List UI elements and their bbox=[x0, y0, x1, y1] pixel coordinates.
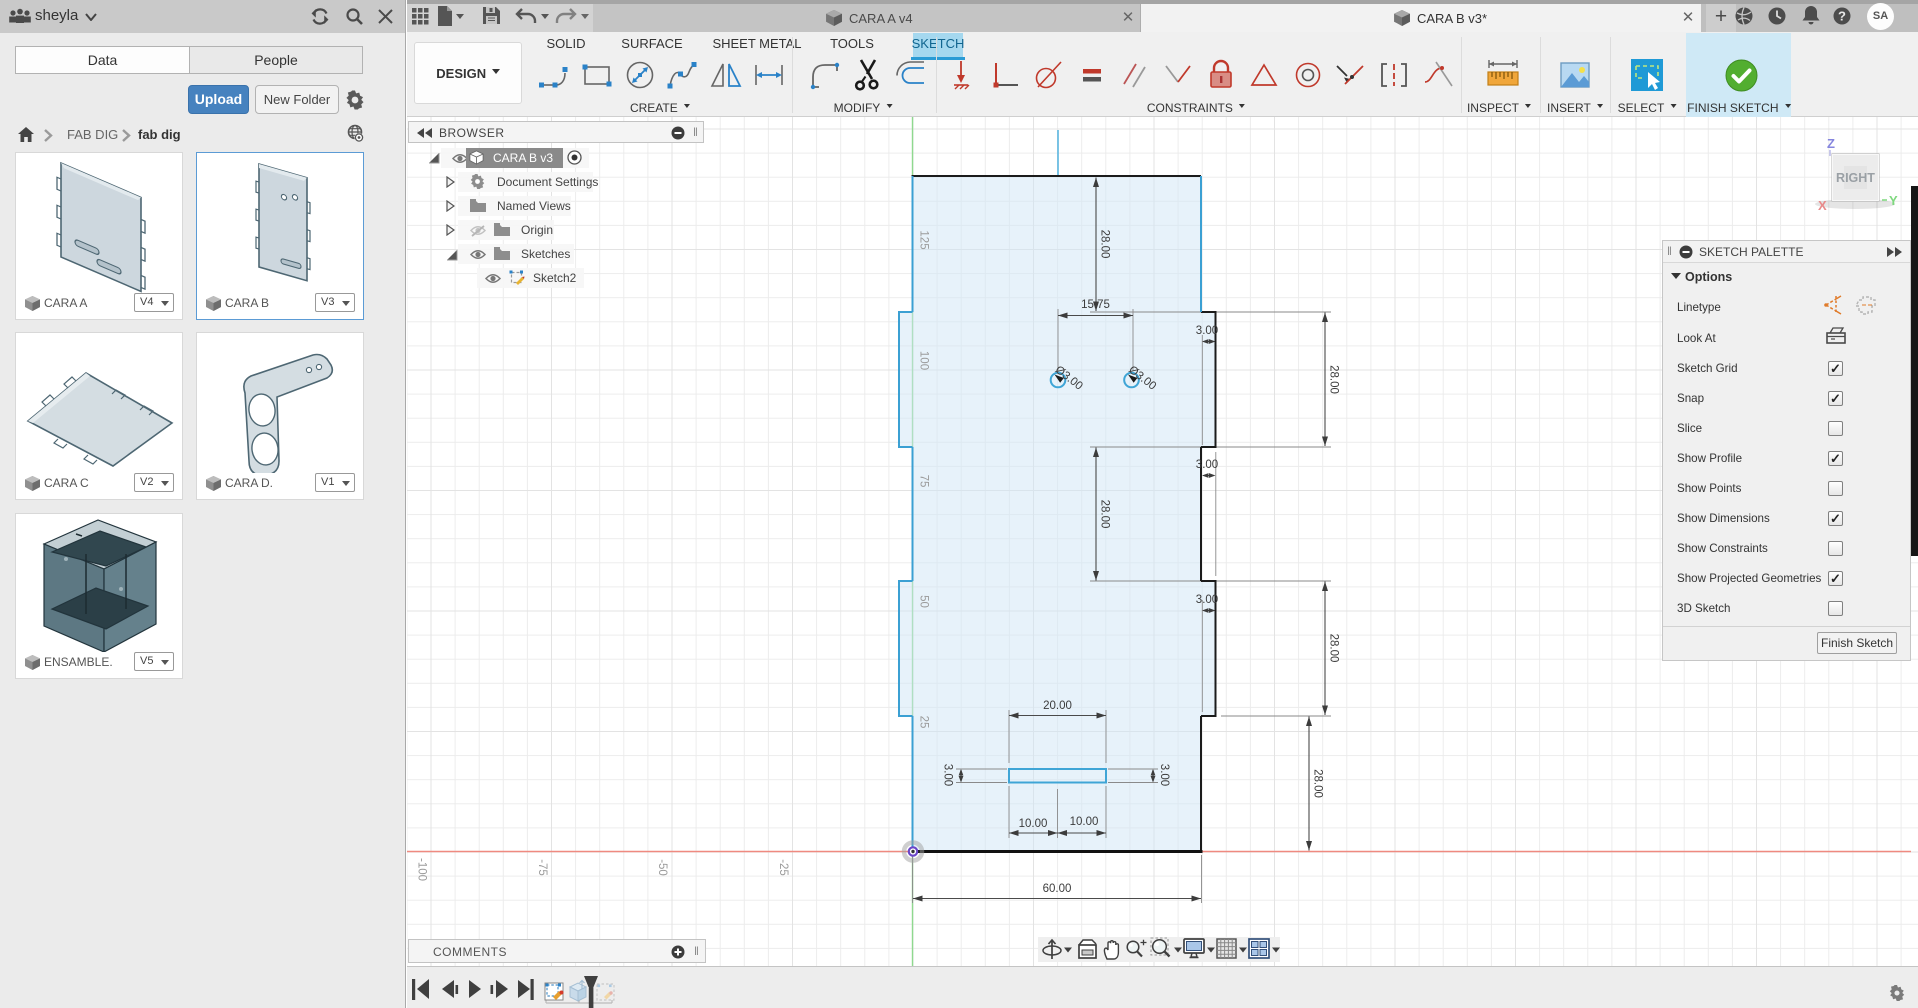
svg-text:3.00: 3.00 bbox=[941, 764, 953, 786]
svg-text:-25: -25 bbox=[777, 859, 789, 876]
svg-text:125: 125 bbox=[917, 230, 929, 249]
svg-text:3.00: 3.00 bbox=[1196, 325, 1218, 337]
svg-text:15.75: 15.75 bbox=[1081, 299, 1110, 311]
svg-text:10.00: 10.00 bbox=[1070, 816, 1099, 828]
svg-text:28.00: 28.00 bbox=[1327, 365, 1339, 394]
svg-text:-50: -50 bbox=[656, 859, 668, 876]
svg-text:20.00: 20.00 bbox=[1043, 700, 1072, 712]
svg-text:28.00: 28.00 bbox=[1098, 230, 1110, 259]
svg-text:28.00: 28.00 bbox=[1311, 769, 1323, 798]
svg-text:60.00: 60.00 bbox=[1043, 883, 1072, 895]
svg-text:Y: Y bbox=[1889, 193, 1898, 208]
svg-text:50: 50 bbox=[917, 595, 929, 608]
svg-text:RIGHT: RIGHT bbox=[1836, 171, 1875, 185]
svg-text:10.00: 10.00 bbox=[1019, 818, 1048, 830]
svg-text:3.00: 3.00 bbox=[1196, 594, 1218, 606]
svg-text:-75: -75 bbox=[536, 859, 548, 876]
svg-text:25: 25 bbox=[917, 716, 929, 729]
svg-text:-100: -100 bbox=[415, 858, 427, 881]
svg-text:3.00: 3.00 bbox=[1196, 459, 1218, 471]
svg-text:?: ? bbox=[1838, 9, 1846, 24]
svg-text:Z: Z bbox=[1827, 136, 1835, 151]
svg-text:28.00: 28.00 bbox=[1098, 500, 1110, 529]
svg-text:28.00: 28.00 bbox=[1327, 634, 1339, 663]
svg-text:X: X bbox=[1818, 198, 1827, 213]
svg-text:100: 100 bbox=[917, 351, 929, 370]
svg-text:3.00: 3.00 bbox=[1158, 764, 1170, 786]
svg-text:75: 75 bbox=[917, 475, 929, 488]
